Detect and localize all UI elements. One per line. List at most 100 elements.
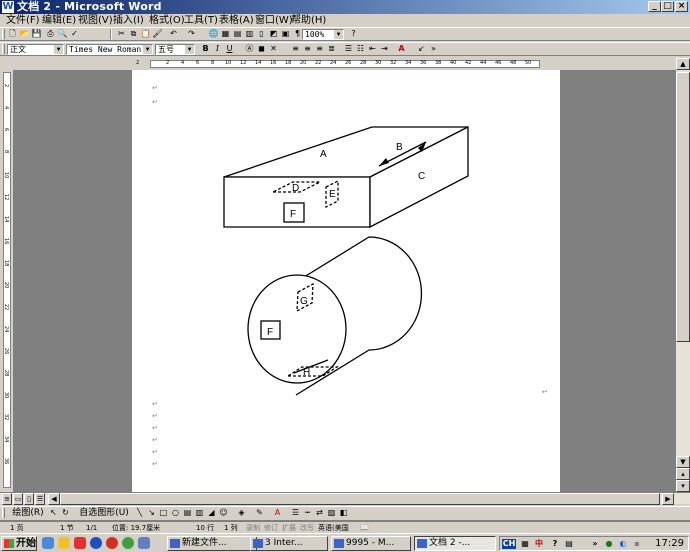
hscroll-thumb[interactable] — [60, 493, 660, 505]
task-button-active[interactable]: 文档 2 -... — [414, 536, 496, 551]
word-app-icon[interactable]: W — [2, 1, 14, 13]
menu-tools[interactable]: 工具(T) — [184, 14, 218, 27]
spelling-icon[interactable]: ✓ — [69, 29, 80, 39]
font-color-button[interactable]: A — [396, 44, 407, 54]
document-page[interactable]: ↵ ↵ ↵ ↵ ↵ ↵ ↵ ↵ ↵ A B C D E F F G H — [132, 70, 560, 492]
insert-excel-icon[interactable]: ▥ — [244, 29, 255, 39]
align-center-icon[interactable]: ≡ — [302, 44, 313, 54]
network-icon[interactable]: ● — [604, 539, 614, 549]
free-rotate-icon[interactable]: ↻ — [60, 508, 71, 518]
line-icon[interactable]: ╲ — [134, 508, 145, 518]
toolbar-options-icon[interactable]: » — [428, 44, 439, 54]
horizontal-ruler[interactable]: 2 2 4 6 8 10 12 14 16 18 20 22 24 26 28 … — [0, 58, 690, 70]
toolbar-grip[interactable] — [2, 44, 5, 54]
open-icon[interactable]: 📂 — [19, 29, 30, 39]
menu-table[interactable]: 表格(A) — [219, 14, 254, 27]
text-box-icon[interactable]: ▤ — [182, 508, 193, 518]
draw-font-color-icon[interactable]: A — [272, 508, 283, 518]
task-button[interactable]: 3 Inter... — [250, 536, 328, 551]
line-color-icon[interactable]: ✎ — [254, 508, 265, 518]
close-button[interactable]: × — [675, 1, 688, 12]
status-trk[interactable]: 修订 — [264, 523, 278, 533]
vertical-text-box-icon[interactable]: ▥ — [194, 508, 205, 518]
scroll-right-button[interactable]: ▶ — [662, 493, 674, 505]
desktop-icon[interactable] — [42, 537, 54, 549]
char-shading-icon[interactable]: ◼ — [256, 44, 267, 54]
minimize-button[interactable]: _ — [648, 1, 661, 12]
align-right-icon[interactable]: ≡ — [314, 44, 325, 54]
web-view-button[interactable]: ▭ — [13, 493, 23, 505]
increase-indent-icon[interactable]: ⇥ — [379, 44, 390, 54]
columns-icon[interactable]: ▯ — [256, 29, 267, 39]
bullets-icon[interactable]: ☷ — [355, 44, 366, 54]
char-border-icon[interactable]: Ⓐ — [244, 44, 255, 54]
paste-icon[interactable]: 📋 — [140, 29, 151, 39]
3d-icon[interactable]: ◧ — [338, 508, 349, 518]
vertical-ruler[interactable]: 2 4 6 8 10 12 14 16 18 20 22 24 26 28 30… — [0, 70, 14, 492]
quicklaunch-icon[interactable] — [122, 537, 134, 549]
ime-icon[interactable]: ▦ — [520, 539, 530, 549]
scroll-left-button[interactable]: ◀ — [48, 493, 60, 505]
numbering-icon[interactable]: ☰ — [343, 44, 354, 54]
figure-drawing[interactable]: A B C D E F F G H — [132, 70, 560, 492]
hyperlink-icon[interactable]: 🌐 — [208, 29, 219, 39]
maximize-button[interactable]: □ — [661, 1, 674, 12]
align-left-icon[interactable]: ≡ — [290, 44, 301, 54]
quicklaunch-icon[interactable] — [138, 537, 150, 549]
print-preview-icon[interactable]: 🔍 — [57, 29, 68, 39]
scroll-thumb[interactable] — [676, 72, 690, 342]
menu-insert[interactable]: 插入(I) — [113, 14, 144, 27]
line-style-icon[interactable]: ☰ — [290, 508, 301, 518]
font-size-select[interactable]: 五号 ▼ — [155, 44, 195, 55]
normal-view-button[interactable]: ≡ — [2, 493, 12, 505]
menu-edit[interactable]: 编辑(E) — [42, 14, 76, 27]
ime-mode[interactable]: 中 — [534, 539, 544, 549]
menu-view[interactable]: 视图(V) — [78, 14, 113, 27]
oval-icon[interactable]: ○ — [170, 508, 181, 518]
autoshapes-menu[interactable]: 自选图形(U) — [76, 508, 132, 518]
document-map-icon[interactable]: ▣ — [280, 29, 291, 39]
drawing-icon[interactable]: ◩ — [268, 29, 279, 39]
select-objects-icon[interactable]: ↖ — [48, 508, 59, 518]
menu-file[interactable]: 文件(F) — [6, 14, 40, 27]
style-select[interactable]: 正文 ▼ — [7, 44, 64, 55]
status-ext[interactable]: 扩展 — [282, 523, 296, 533]
draw-menu[interactable]: 绘图(R) — [7, 508, 49, 518]
task-button[interactable]: 新建文件... — [167, 536, 257, 551]
insert-table-icon[interactable]: ▤ — [232, 29, 243, 39]
tables-borders-icon[interactable]: ▦ — [220, 29, 231, 39]
outline-view-button[interactable]: ☰ — [35, 493, 45, 505]
help-icon[interactable]: ? — [550, 539, 560, 549]
save-icon[interactable]: 💾 — [31, 29, 42, 39]
ime-toolbar-icon[interactable]: ▤ — [564, 539, 574, 549]
ie-icon[interactable] — [90, 537, 102, 549]
bold-button[interactable]: B — [200, 44, 211, 54]
redo-icon[interactable]: ↷ — [186, 29, 197, 39]
menu-format[interactable]: 格式(O) — [149, 14, 185, 27]
arrow-style-icon[interactable]: ⇄ — [314, 508, 325, 518]
vertical-scrollbar[interactable]: ▲ ▼ ▴ ▾ — [676, 58, 690, 492]
scroll-down-button[interactable]: ▼ — [676, 456, 690, 468]
prev-page-button[interactable]: ▴ — [676, 468, 690, 480]
quicklaunch-icon[interactable] — [74, 537, 86, 549]
font-select[interactable]: Times New Roman ▼ — [66, 44, 153, 55]
scroll-up-button[interactable]: ▲ — [676, 58, 690, 70]
copy-icon[interactable]: ⧉ — [128, 29, 139, 39]
menu-window[interactable]: 窗口(W) — [255, 14, 293, 27]
asian-layout-icon[interactable]: ↙ — [416, 44, 427, 54]
decrease-indent-icon[interactable]: ⇤ — [367, 44, 378, 54]
fill-color-icon[interactable]: ◈ — [236, 508, 247, 518]
explorer-icon[interactable] — [58, 537, 70, 549]
toolbar-grip[interactable] — [2, 29, 5, 39]
spelling-status-icon[interactable]: 📖 — [360, 523, 369, 533]
justify-icon[interactable]: ≣ — [326, 44, 337, 54]
underline-button[interactable]: U — [224, 44, 235, 54]
status-rec[interactable]: 录制 — [246, 523, 260, 533]
dash-style-icon[interactable]: ┅ — [302, 508, 313, 518]
format-painter-icon[interactable]: 🖌 — [152, 29, 163, 39]
arrow-icon[interactable]: ↘ — [146, 508, 157, 518]
horizontal-scrollbar[interactable]: ≡ ▭ ▯ ☰ ◀ ▶ — [0, 492, 690, 505]
toolbar-grip[interactable] — [2, 508, 5, 518]
next-page-button[interactable]: ▾ — [676, 480, 690, 492]
clock[interactable]: 17:29 — [655, 537, 684, 550]
